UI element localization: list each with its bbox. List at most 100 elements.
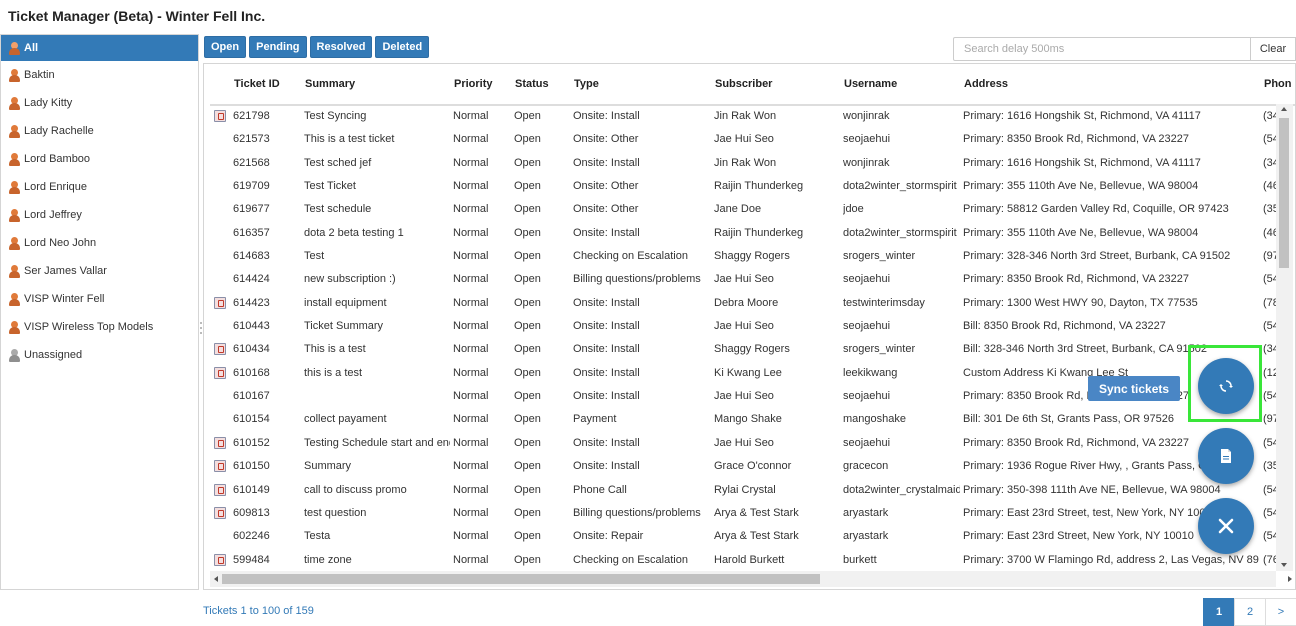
ticket-count: Tickets 1 to 100 of 159 — [203, 605, 314, 617]
cell-username: srogers_winter — [843, 343, 916, 356]
vertical-scrollbar[interactable] — [1276, 104, 1293, 571]
cell-address: Bill: 8350 Brook Rd, Richmond, VA 23227 — [963, 320, 1166, 333]
table-row[interactable]: 619709 Test Ticket Normal Open Onsite: Other… — [204, 175, 1295, 198]
cell-subscriber: Shaggy Rogers — [714, 250, 790, 263]
next-page-button[interactable]: > — [1265, 598, 1296, 626]
cell-priority: Normal — [453, 460, 489, 473]
cell-summary: Test schedule — [304, 203, 372, 216]
column-header-username[interactable]: Username — [844, 78, 897, 90]
column-header-subscriber[interactable]: Subscriber — [715, 78, 772, 90]
cell-subscriber: Jin Rak Won — [714, 156, 777, 169]
cell-type: Onsite: Install — [573, 343, 640, 356]
scroll-right-icon[interactable] — [1288, 576, 1292, 582]
cell-address: Primary: 1300 West HWY 90, Dayton, TX 77… — [963, 296, 1198, 309]
column-header-address[interactable]: Address — [964, 78, 1008, 90]
user-icon — [9, 292, 20, 306]
table-row[interactable]: 614423 install equipment Normal Open Onsite:… — [204, 292, 1295, 315]
cell-priority: Normal — [453, 390, 489, 403]
filter-open-button[interactable]: Open — [204, 36, 247, 58]
user-icon — [9, 124, 20, 138]
cell-subscriber: Grace O'connor — [714, 460, 792, 473]
cell-type: Payment — [573, 413, 617, 426]
cell-status: Open — [514, 110, 541, 122]
cell-type: Onsite: Install — [573, 320, 640, 333]
cell-type: Onsite: Install — [573, 296, 640, 309]
cell-priority: Normal — [453, 180, 489, 193]
sidebar-item-lady-kitty[interactable]: Lady Kitty — [1, 89, 198, 117]
cell-summary: Ticket Summary — [304, 320, 384, 333]
cell-type: Onsite: Install — [573, 366, 640, 379]
sidebar-item-ser-james-vallar[interactable]: Ser James Vallar — [1, 257, 198, 285]
close-menu-button[interactable] — [1198, 498, 1254, 554]
user-icon — [9, 348, 20, 362]
cell-priority: Normal — [453, 366, 489, 379]
sync-tickets-button[interactable] — [1198, 358, 1254, 414]
table-row[interactable]: 614424 new subscription :) Normal Open Billi… — [204, 268, 1295, 291]
clear-button[interactable]: Clear — [1250, 37, 1296, 61]
table-row[interactable]: 610149 call to discuss promo Normal Open Pho… — [204, 479, 1295, 502]
column-header-status[interactable]: Status — [515, 78, 549, 90]
table-row[interactable]: 621798 Test Syncing Normal Open Onsite: Inst… — [204, 105, 1295, 128]
filter-pending-button[interactable]: Pending — [249, 36, 307, 58]
cell-status: Open — [514, 436, 541, 449]
table-row[interactable]: 614683 Test Normal Open Checking on Escalati… — [204, 245, 1295, 268]
filter-resolved-button[interactable]: Resolved — [309, 36, 373, 58]
scroll-down-icon[interactable] — [1281, 563, 1287, 567]
sidebar-item-all[interactable]: All — [1, 35, 198, 61]
page-button-2[interactable]: 2 — [1234, 598, 1266, 626]
table-row[interactable]: 599484 time zone Normal Open Checking on Esc… — [204, 549, 1295, 572]
table-row[interactable]: 610150 Summary Normal Open Onsite: Install Gr… — [204, 455, 1295, 478]
ticket-flag-icon — [214, 366, 226, 379]
sidebar-item-lord-enrique[interactable]: Lord Enrique — [1, 173, 198, 201]
column-header-type[interactable]: Type — [574, 78, 599, 90]
sidebar-item-label: Lord Enrique — [24, 181, 87, 193]
cell-priority: Normal — [453, 413, 489, 426]
sidebar-item-lady-rachelle[interactable]: Lady Rachelle — [1, 117, 198, 145]
cell-subscriber: Jae Hui Seo — [714, 390, 774, 403]
sidebar-item-visp-winter-fell[interactable]: VISP Winter Fell — [1, 285, 198, 313]
table-row[interactable]: 609813 test question Normal Open Billing que… — [204, 502, 1295, 525]
scroll-up-icon[interactable] — [1281, 107, 1287, 111]
page-button-1[interactable]: 1 — [1203, 598, 1235, 626]
sidebar-item-lord-jeffrey[interactable]: Lord Jeffrey — [1, 201, 198, 229]
horizontal-scroll-thumb[interactable] — [222, 574, 820, 584]
filter-deleted-button[interactable]: Deleted — [375, 36, 430, 58]
cell-subscriber: Raijin Thunderkeg — [714, 226, 804, 239]
user-icon — [9, 41, 20, 55]
sidebar-item-unassigned[interactable]: Unassigned — [1, 341, 198, 369]
sidebar-item-lord-neo-john[interactable]: Lord Neo John — [1, 229, 198, 257]
table-row[interactable]: 602246 Testa Normal Open Onsite: Repair Arya … — [204, 525, 1295, 548]
horizontal-scrollbar[interactable] — [210, 571, 1292, 587]
cell-summary: collect payament — [304, 413, 387, 426]
table-row[interactable]: 610154 collect payament Normal Open Payment M… — [204, 408, 1295, 431]
column-header-phone[interactable]: Phon — [1264, 78, 1292, 90]
table-row[interactable]: 610443 Ticket Summary Normal Open Onsite: In… — [204, 315, 1295, 338]
table-row[interactable]: 610434 This is a test Normal Open Onsite: In… — [204, 338, 1295, 361]
table-row[interactable]: 610152 Testing Schedule start and end Norm… — [204, 432, 1295, 455]
cell-username: jdoe — [843, 203, 864, 216]
cell-summary: This is a test — [304, 343, 366, 356]
sidebar-item-label: Lord Neo John — [24, 237, 97, 249]
column-header-priority[interactable]: Priority — [454, 78, 493, 90]
search-input[interactable] — [953, 37, 1251, 61]
sidebar-item-lord-bamboo[interactable]: Lord Bamboo — [1, 145, 198, 173]
sidebar-item-visp-wireless-top-models[interactable]: VISP Wireless Top Models — [1, 313, 198, 341]
column-header-id[interactable]: Ticket ID — [234, 78, 280, 90]
table-row[interactable]: 616357 dota 2 beta testing 1 Normal Open Ons… — [204, 222, 1295, 245]
table-row[interactable]: 619677 Test schedule Normal Open Onsite: Oth… — [204, 198, 1295, 221]
cell-summary: This is a test ticket — [304, 133, 395, 146]
table-row[interactable]: 621568 Test sched jef Normal Open Onsite: In… — [204, 152, 1295, 175]
cell-summary: this is a test — [304, 366, 363, 379]
sidebar-item-label: Ser James Vallar — [24, 265, 107, 277]
sidebar-item-baktin[interactable]: Baktin — [1, 61, 198, 89]
scroll-left-icon[interactable] — [214, 576, 218, 582]
cell-id: 599484 — [233, 553, 270, 566]
cell-subscriber: Jin Rak Won — [714, 110, 777, 122]
new-ticket-button[interactable] — [1198, 428, 1254, 484]
table-row[interactable]: 621573 This is a test ticket Normal Open Ons… — [204, 128, 1295, 151]
vertical-scroll-thumb[interactable] — [1279, 118, 1289, 268]
cell-username: testwinterimsday — [843, 296, 925, 309]
user-icon — [9, 180, 20, 194]
column-header-summary[interactable]: Summary — [305, 78, 355, 90]
ticket-flag-icon — [214, 296, 226, 309]
